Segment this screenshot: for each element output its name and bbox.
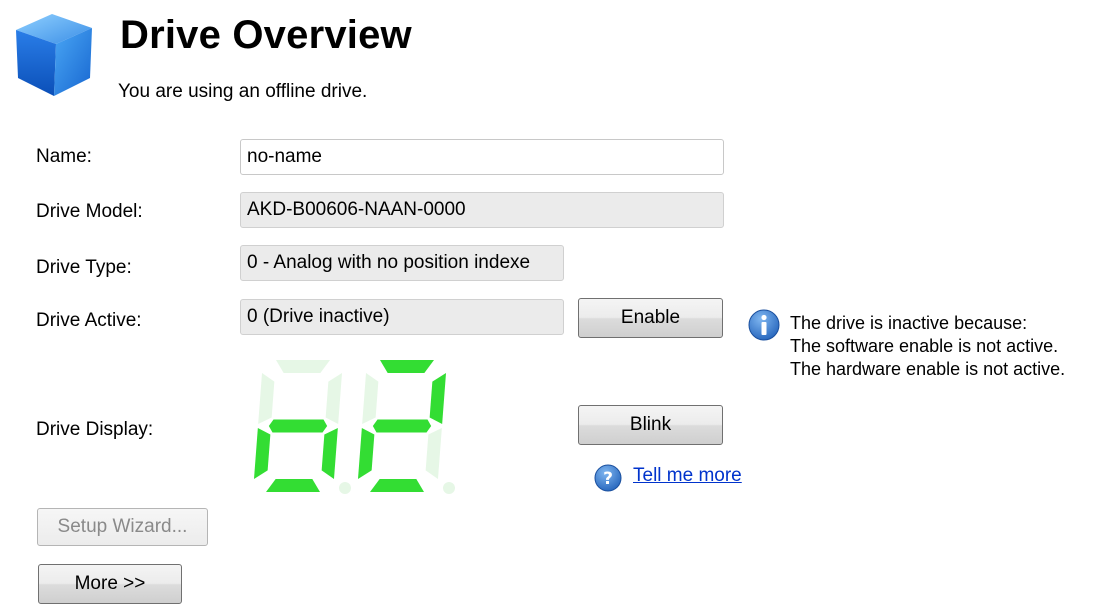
drive-model-label: Drive Model: (36, 201, 143, 222)
digit-2-segment-f (362, 373, 379, 424)
blink-button[interactable]: Blink (578, 405, 723, 445)
digit-2-decimal-point (443, 482, 455, 494)
page-title: Drive Overview (120, 13, 412, 57)
drive-display-label: Drive Display: (36, 419, 154, 440)
digit-1-segment-e (253, 428, 271, 479)
digit-1-segment-g (268, 419, 328, 433)
info-icon (748, 309, 780, 341)
svg-text:?: ? (603, 469, 613, 489)
more-button[interactable]: More >> (38, 564, 182, 604)
digit-1-segment-f (258, 373, 275, 424)
info-line: The software enable is not active. (790, 336, 1059, 356)
seven-segment-display (253, 360, 455, 494)
drive-active-label: Drive Active: (36, 310, 142, 331)
digit-2-segment-b (429, 373, 447, 424)
digit-2-segment-c (425, 428, 442, 479)
digit-1-decimal-point (339, 482, 351, 494)
drive-type-label: Drive Type: (36, 257, 132, 278)
enable-button[interactable]: Enable (578, 298, 723, 338)
setup-wizard-button[interactable]: Setup Wizard... (37, 508, 208, 546)
name-input[interactable] (240, 139, 724, 175)
digit-1-segment-b (325, 373, 343, 424)
digit-2-segment-e (357, 428, 375, 479)
digit-1-segment-d (266, 479, 320, 492)
drive-model-field: AKD-B00606-NAAN-0000 (240, 192, 724, 228)
digit-2-segment-d (370, 479, 424, 492)
info-line: The hardware enable is not active. (790, 359, 1066, 379)
digit-1-segment-a (276, 360, 330, 373)
digit-1-segment-c (321, 428, 338, 479)
name-label: Name: (36, 146, 92, 167)
page-subtitle: You are using an offline drive. (118, 81, 368, 102)
drive-type-field: 0 - Analog with no position indexe (240, 245, 564, 281)
digit-2-segment-a (380, 360, 434, 373)
drive-active-field: 0 (Drive inactive) (240, 299, 564, 335)
inactive-reason-text: The drive is inactive because: The softw… (790, 313, 1065, 379)
info-line: The drive is inactive because: (790, 313, 1028, 333)
digit-2-segment-g (372, 419, 432, 433)
blue-cube-icon (16, 14, 92, 96)
tell-me-more-link[interactable]: Tell me more (633, 464, 742, 488)
help-icon[interactable]: ? (593, 463, 623, 493)
